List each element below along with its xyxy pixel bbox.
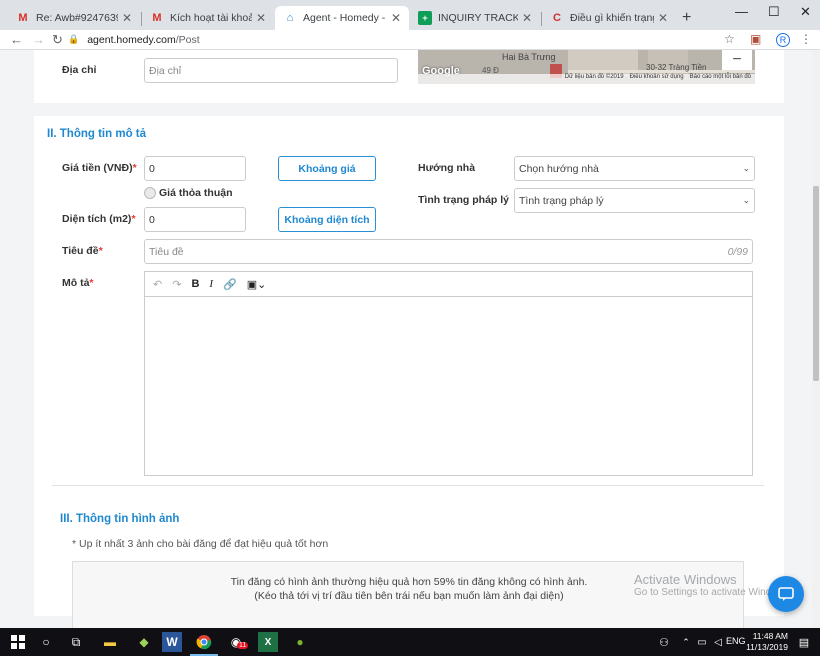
link-icon[interactable]: 🔗 [223, 278, 237, 291]
negotiable-radio[interactable] [144, 187, 156, 199]
chevron-down-icon: ⌄ [742, 163, 750, 173]
headline-counter: 0/99 [727, 245, 748, 258]
legal-label: Tình trạng pháp lý [418, 194, 509, 206]
zoom-out-button[interactable]: − [722, 50, 752, 70]
task-view-icon[interactable]: ⧉ [66, 632, 86, 652]
reload-icon[interactable]: ↻ [52, 32, 63, 48]
back-icon[interactable]: ← [10, 32, 23, 47]
italic-icon[interactable]: I [209, 278, 213, 290]
price-input[interactable]: 0 [144, 156, 246, 181]
direction-label: Hướng nhà [418, 162, 476, 174]
people-icon[interactable]: ⚇ [654, 632, 674, 652]
browser-toolbar: ← → ↻ 🔒 agent.homedy.com/Post ☆ ▣ ⋮ [0, 30, 820, 50]
negotiable-label: Giá thỏa thuận [159, 187, 233, 199]
tab-inquiry-tracking[interactable]: + INQUIRY TRACKING - Goo ✕ [410, 6, 540, 30]
chat-icon [778, 587, 794, 601]
tab-strip: M Re: Awb#9247639063; 1 ki ✕ M Kích hoạt… [0, 0, 820, 30]
media-dropdown-icon[interactable]: ▣⌄ [247, 278, 267, 291]
avatar[interactable]: R [776, 33, 790, 47]
redo-icon[interactable]: ↷ [172, 278, 181, 291]
tab-dieu-gi[interactable]: C Điều gì khiến trạng thông ✕ [542, 6, 676, 30]
tab-gmail-activation[interactable]: M Kích hoạt tài khoản hatran ✕ [142, 6, 274, 30]
close-icon[interactable]: ✕ [122, 11, 132, 25]
close-icon[interactable]: ✕ [522, 11, 532, 25]
bold-icon[interactable]: B [191, 278, 199, 290]
extension-icon[interactable]: ▣ [750, 32, 761, 46]
tab-gmail-awb[interactable]: M Re: Awb#9247639063; 1 ki ✕ [8, 6, 140, 30]
gmail-icon: M [152, 12, 162, 24]
notifications-icon[interactable]: ▤ [794, 632, 814, 652]
divider [52, 485, 764, 486]
clock[interactable]: 11:48 AM 11/13/2019 [746, 631, 788, 653]
volume-icon[interactable]: ◁ [708, 632, 728, 652]
address-bar[interactable]: 🔒 agent.homedy.com/Post [68, 31, 738, 48]
close-window-icon[interactable]: ✕ [800, 4, 811, 20]
bookmark-star-icon[interactable]: ☆ [724, 32, 735, 46]
scrollbar-thumb[interactable] [813, 186, 819, 381]
chrome-icon[interactable] [194, 632, 214, 652]
location-map[interactable]: Hai Bà Trưng 49 Đ 30-32 Tràng Tiền Googl… [418, 50, 755, 84]
gmail-icon: M [18, 12, 28, 24]
undo-icon[interactable]: ↶ [153, 278, 162, 291]
lock-icon: 🔒 [68, 34, 80, 44]
address-card: Địa chỉ Địa chỉ Hai Bà Trưng 49 Đ 30-32 … [34, 50, 784, 103]
price-label: Giá tiền (VNĐ)* [62, 162, 137, 174]
page-content: Địa chỉ Địa chỉ Hai Bà Trưng 49 Đ 30-32 … [0, 50, 812, 628]
windows-start-icon[interactable] [8, 632, 28, 652]
close-icon[interactable]: ✕ [658, 11, 668, 25]
maximize-icon[interactable]: ☐ [768, 4, 780, 20]
homedy-icon: ⌂ [286, 12, 294, 24]
area-input[interactable]: 0 [144, 207, 246, 232]
section-title-images: III. Thông tin hình ảnh [60, 513, 180, 525]
wechat-icon[interactable]: ● [290, 632, 310, 652]
headline-input[interactable]: Tiêu đề 0/99 [144, 239, 753, 264]
headline-label: Tiêu đề* [62, 245, 103, 257]
excel-icon[interactable]: X [258, 632, 278, 652]
app-icon[interactable]: ◆ [134, 632, 154, 652]
windows-taskbar: ○ ⧉ ▬ ◆ W ◉ 11 X ● ⚇ ⌃ ▭ ◁ ENG 11:48 AM … [0, 628, 820, 656]
search-icon[interactable]: ○ [36, 632, 56, 652]
map-footer: Dữ liệu bản đồ ©2019 Điều khoản sử dụng … [418, 74, 755, 84]
editor-toolbar: ↶ ↷ B I 🔗 ▣⌄ [145, 272, 752, 297]
menu-icon[interactable]: ⋮ [800, 32, 812, 46]
file-explorer-icon[interactable]: ▬ [100, 632, 120, 652]
messenger-icon[interactable]: ◉ 11 [226, 632, 249, 652]
tab-homedy[interactable]: ⌂ Agent - Homedy - Đăng tin ✕ [275, 6, 409, 30]
description-editor[interactable]: ↶ ↷ B I 🔗 ▣⌄ [144, 271, 753, 476]
language-indicator[interactable]: ENG [726, 636, 746, 646]
close-icon[interactable]: ✕ [391, 11, 401, 25]
chevron-down-icon: ⌄ [742, 195, 750, 205]
forward-icon[interactable]: → [32, 32, 45, 47]
images-note: * Up ít nhất 3 ảnh cho bài đăng để đạt h… [72, 538, 329, 550]
new-tab-button[interactable]: + [682, 9, 691, 27]
area-label: Diện tích (m2)* [62, 213, 136, 225]
sheets-icon: + [418, 11, 432, 25]
close-icon[interactable]: ✕ [256, 11, 266, 25]
legal-status-select[interactable]: Tình trạng pháp lý ⌄ [514, 188, 755, 213]
address-input[interactable]: Địa chỉ [144, 58, 398, 83]
section-title-description: II. Thông tin mô tả [47, 128, 147, 140]
body-label: Mô tả* [62, 277, 94, 289]
direction-select[interactable]: Chọn hướng nhà ⌄ [514, 156, 755, 181]
address-label: Địa chỉ [62, 64, 97, 76]
price-range-button[interactable]: Khoảng giá [278, 156, 376, 181]
notification-badge: 11 [237, 642, 249, 649]
area-range-button[interactable]: Khoảng diện tích [278, 207, 376, 232]
minimize-icon[interactable]: — [735, 4, 748, 19]
c-icon: C [553, 12, 561, 24]
word-icon[interactable]: W [162, 632, 182, 652]
chat-button[interactable] [768, 576, 804, 612]
